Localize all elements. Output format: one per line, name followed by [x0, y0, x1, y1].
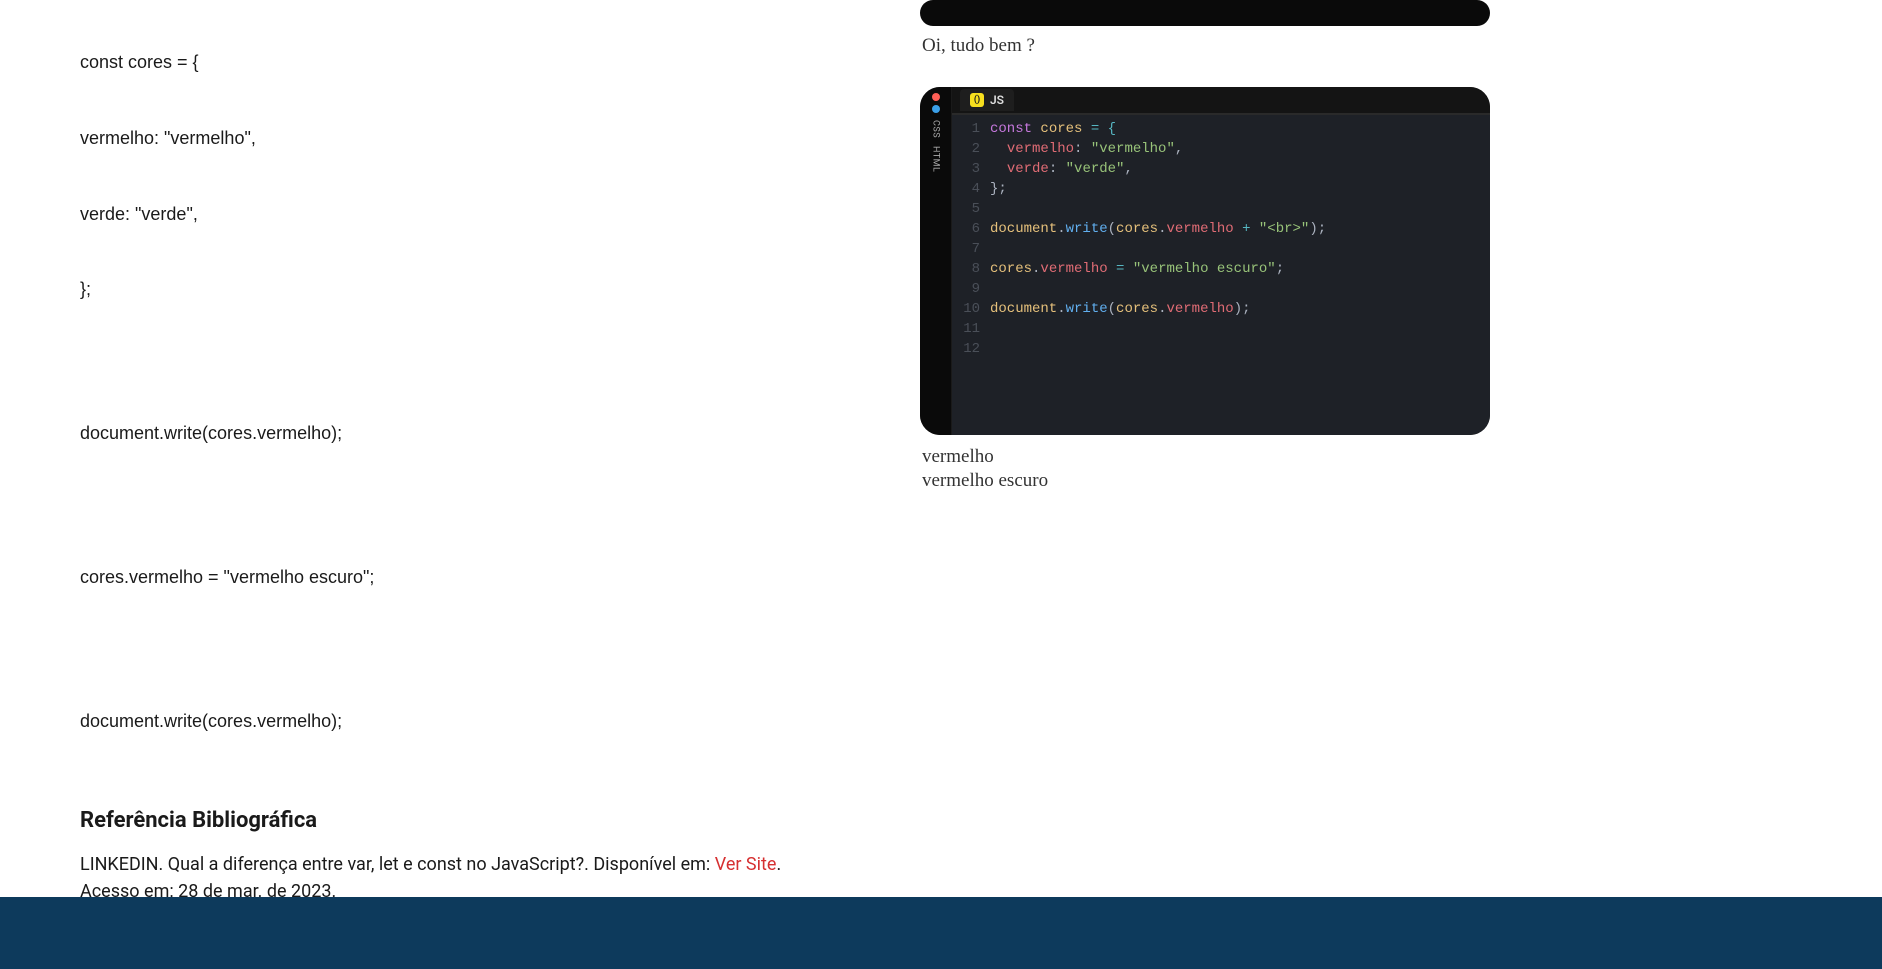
output-line: vermelho escuro: [922, 469, 1802, 494]
tab-label: JS: [990, 93, 1004, 107]
editor-sidebar: CSS HTML: [920, 87, 952, 435]
tab-indicator-icon: [932, 105, 940, 113]
sidebar-tab-css[interactable]: CSS: [929, 117, 943, 141]
page-footer: [0, 897, 1882, 969]
editor-tab-js[interactable]: () JS: [960, 89, 1014, 111]
code-line: vermelho: "vermelho",: [80, 126, 800, 151]
code-line: };: [80, 277, 800, 302]
editor-tabbar: () JS: [952, 87, 1490, 115]
code-line: verde: "verde",: [80, 202, 800, 227]
editor-code-area[interactable]: 1 2 3 4 5 6 7 8 9 10 11 12: [952, 115, 1490, 435]
code-line: const cores = {: [80, 50, 800, 75]
reference-text: LINKEDIN. Qual a diferença entre var, le…: [80, 854, 715, 875]
code-line: document.write(cores.vermelho);: [80, 421, 800, 446]
sidebar-tab-html[interactable]: HTML: [929, 143, 943, 175]
editor-block-top: [920, 0, 1490, 26]
output-text-1: Oi, tudo bem ?: [920, 34, 1802, 59]
output-text-2: vermelho vermelho escuro: [920, 445, 1802, 494]
output-line: vermelho: [922, 445, 1802, 470]
code-line: document.write(cores.vermelho);: [80, 709, 800, 734]
editor-gutter: 1 2 3 4 5 6 7 8 9 10 11 12: [952, 119, 990, 435]
reference-heading: Referência Bibliográfica: [80, 808, 800, 833]
js-icon: (): [970, 93, 984, 107]
article-content: const cores = { vermelho: "vermelho", ve…: [80, 0, 800, 969]
reference-link[interactable]: Ver Site: [715, 854, 777, 875]
code-snippet: const cores = { vermelho: "vermelho", ve…: [80, 0, 800, 784]
close-icon: [932, 93, 940, 101]
examples-column: Oi, tudo bem ? CSS HTML () JS: [860, 0, 1802, 969]
code-editor: CSS HTML () JS 1 2 3: [920, 87, 1490, 435]
code-line: cores.vermelho = "vermelho escuro";: [80, 565, 800, 590]
editor-code-content: const cores = { vermelho: "vermelho", ve…: [990, 119, 1490, 435]
